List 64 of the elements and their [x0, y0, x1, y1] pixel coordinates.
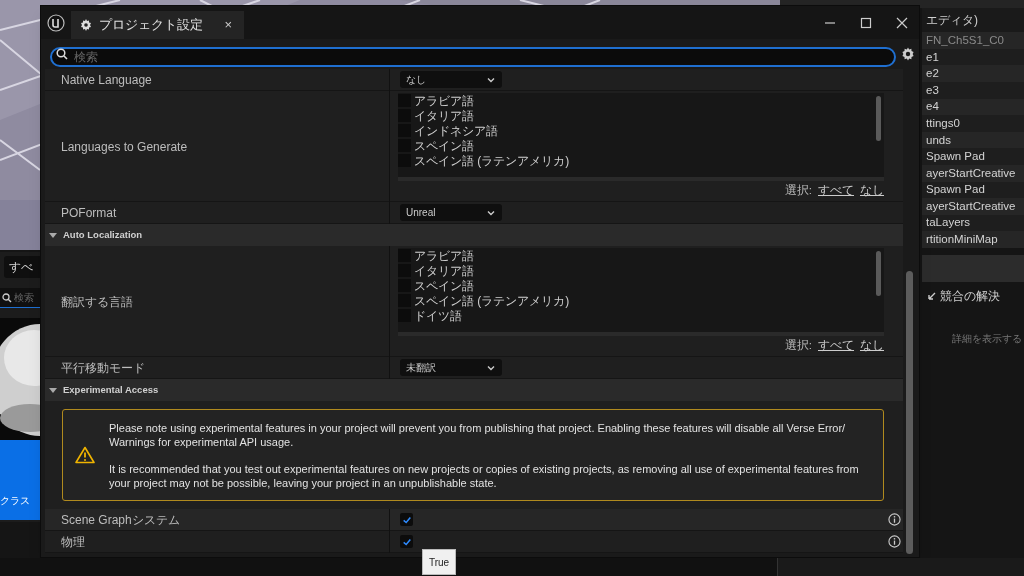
outliner-item[interactable]: FN_Ch5S1_C0 — [922, 32, 1024, 49]
select-label: 選択: — [784, 338, 812, 354]
info-icon[interactable] — [888, 535, 901, 548]
dropdown[interactable]: なし — [400, 71, 502, 88]
info-icon[interactable] — [888, 513, 901, 526]
language-option[interactable]: ドイツ語 — [414, 308, 462, 323]
setting-label: POFormat — [61, 205, 117, 222]
settings-icon[interactable] — [901, 47, 915, 61]
setting-label: 平行移動モード — [61, 360, 145, 377]
outliner-item[interactable]: Spawn Pad — [922, 148, 1024, 166]
search-field[interactable]: 検索 — [0, 288, 40, 308]
language-option[interactable]: スペイン語 — [414, 278, 474, 293]
outliner-item[interactable]: ayerStartCreative — [922, 165, 1024, 182]
filter-button[interactable]: すべ — [4, 256, 40, 278]
asset-tile[interactable]: クラス — [0, 440, 40, 520]
checkbox[interactable] — [400, 535, 413, 548]
scrollbar-thumb[interactable] — [876, 96, 881, 141]
outliner-item[interactable]: e2 — [922, 65, 1024, 83]
notice-text: Please note using experimental features in your project will prevent you from publishing that project. Enabling these features will disable all Verse Error/ Warnings for experimental API usage. — [109, 420, 847, 449]
select-all-link[interactable]: すべて — [818, 337, 854, 355]
language-option[interactable]: インドネシア語 — [414, 123, 498, 138]
search-icon — [2, 293, 12, 303]
select-label: 選択: — [784, 183, 812, 199]
settings-icon — [79, 18, 93, 32]
language-option[interactable]: スペイン語 (ラテンアメリカ) — [414, 293, 570, 308]
details-tab[interactable]: 競合の解決 — [940, 287, 1000, 305]
select-all-link[interactable]: すべて — [818, 182, 854, 200]
outliner-item[interactable]: ttings0 — [922, 115, 1024, 132]
setting-label: Scene Graphシステム — [61, 512, 180, 529]
outliner-header: エディタ) — [925, 12, 979, 30]
setting-label: 物理 — [61, 534, 85, 551]
window-title: プロジェクト設定 — [99, 16, 204, 35]
tooltip: True — [422, 549, 456, 575]
setting-label: 翻訳する言語 — [61, 293, 133, 311]
outliner-item[interactable]: ayerStartCreative — [922, 198, 1024, 215]
language-option[interactable]: アラビア語 — [414, 248, 474, 263]
category-header[interactable]: Experimental Access — [45, 379, 903, 401]
scrollbar-thumb[interactable] — [906, 271, 913, 554]
dropdown[interactable]: Unreal — [400, 204, 502, 221]
setting-label: Native Language — [61, 72, 152, 89]
category-header[interactable]: Auto Localization — [45, 224, 903, 246]
outliner-item[interactable]: e3 — [922, 82, 1024, 99]
checkbox[interactable] — [400, 513, 413, 526]
setting-label: Languages to Generate — [61, 138, 188, 156]
search-icon — [56, 48, 68, 60]
select-none-link[interactable]: なし — [860, 182, 884, 200]
select-none-link[interactable]: なし — [860, 337, 884, 355]
arrow-icon — [928, 292, 936, 300]
logo-icon — [47, 13, 65, 32]
language-option[interactable]: スペイン語 — [414, 138, 474, 153]
scrollbar-thumb[interactable] — [876, 251, 881, 296]
language-option[interactable]: イタリア語 — [414, 263, 474, 278]
language-option[interactable]: イタリア語 — [414, 108, 474, 123]
dropdown[interactable]: 未翻訳 — [400, 359, 502, 376]
close-tab-button[interactable]: × — [220, 15, 236, 35]
search-field[interactable]: 検索 — [50, 47, 896, 67]
asset-label: クラス — [0, 494, 30, 508]
warning-icon — [75, 446, 95, 464]
details-hint: 詳細を表示する — [952, 332, 1022, 346]
language-option[interactable]: アラビア語 — [414, 93, 474, 108]
language-option[interactable]: スペイン語 (ラテンアメリカ) — [414, 153, 570, 168]
notice-text: It is recommended that you test out experimental features on new projects or copies of existing projects, as removing all use of experimental features from your project may not be possible, leaving your project in an unpublishable state. — [109, 461, 860, 490]
outliner-item[interactable]: rtitionMiniMap — [922, 231, 1024, 248]
window-tab[interactable]: プロジェクト設定 × — [71, 11, 244, 39]
